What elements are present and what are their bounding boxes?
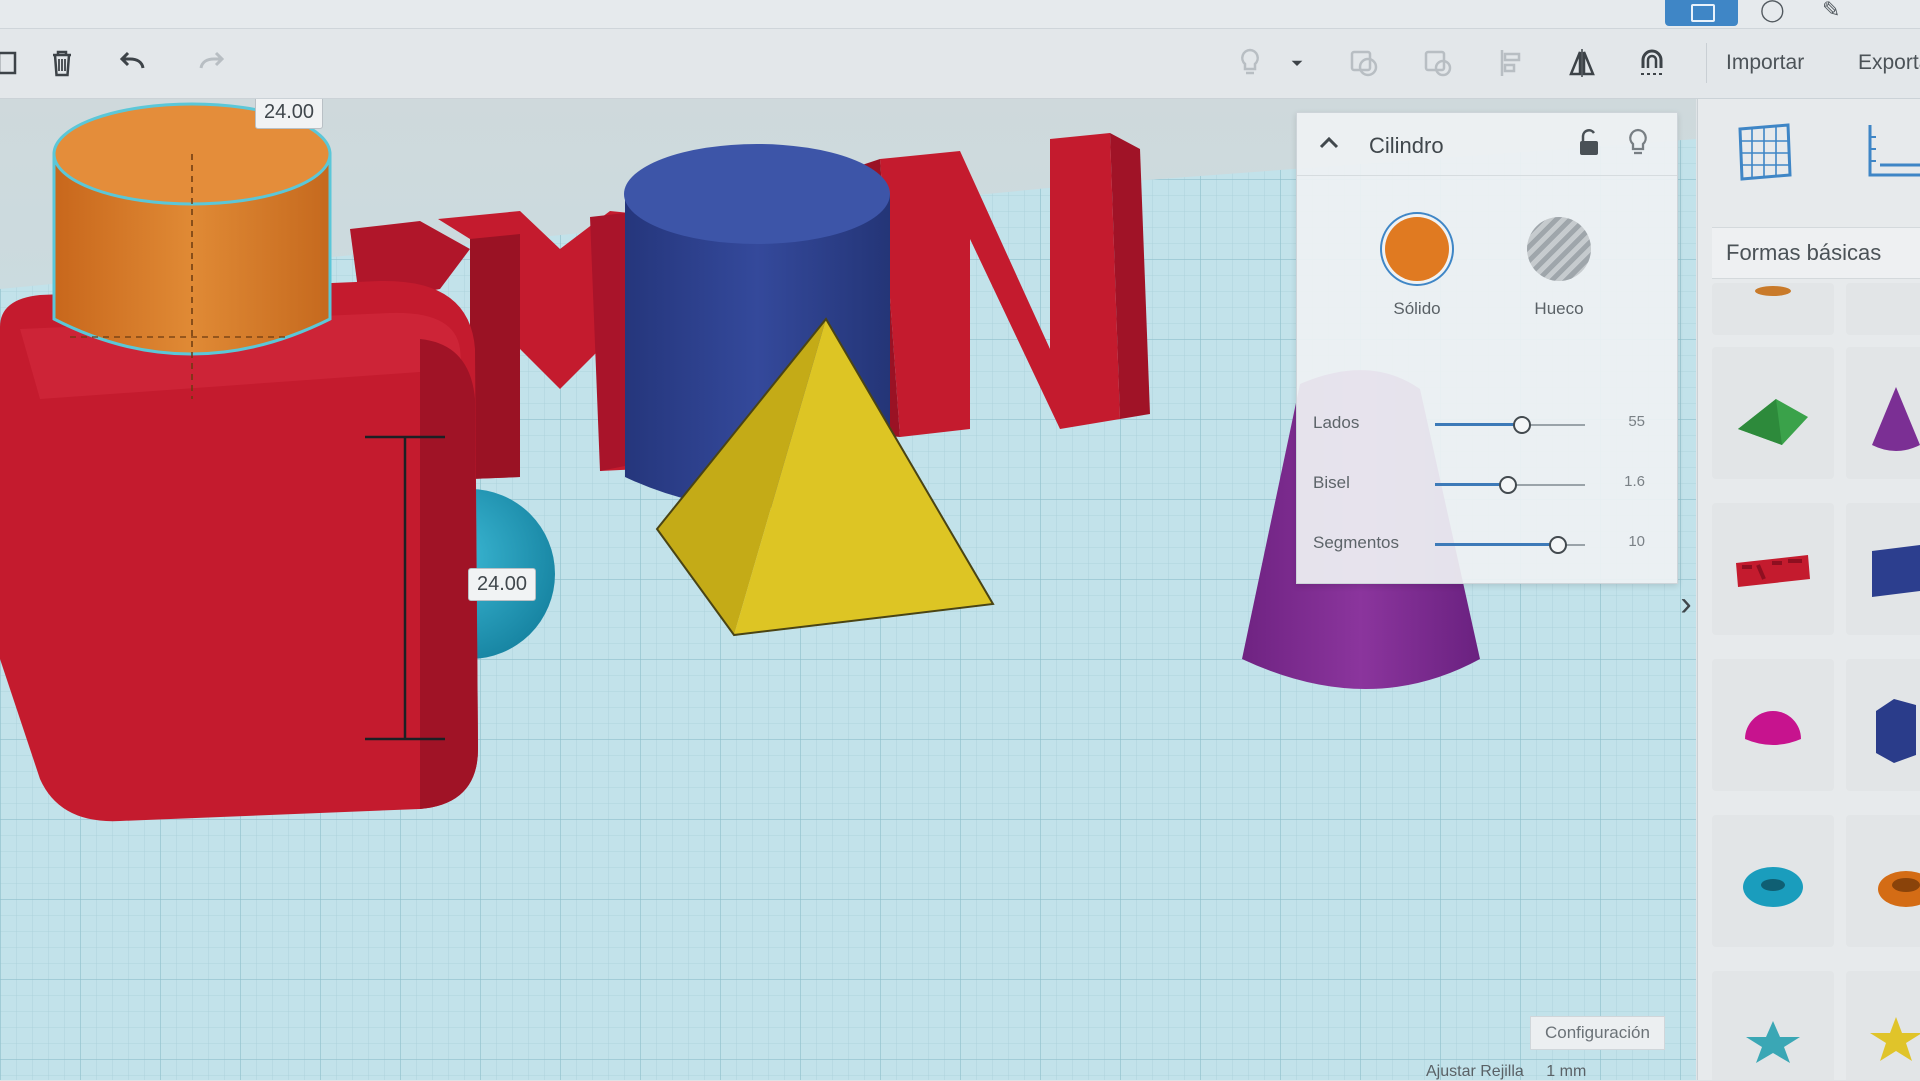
box-icon xyxy=(1872,545,1920,597)
undo-icon[interactable] xyxy=(112,41,156,85)
sides-slider-knob[interactable] xyxy=(1513,416,1531,434)
chevron-down-icon[interactable] xyxy=(1284,41,1310,85)
library-tile-torus[interactable] xyxy=(1712,815,1834,947)
snap-grid-control[interactable]: Ajustar Rejilla 1 mm xyxy=(1426,1063,1586,1081)
pencil-icon[interactable]: ✎ xyxy=(1822,0,1852,21)
text-icon xyxy=(1736,555,1810,587)
shape-panel: Cilindro Sólido Hueco Lados 55 Bisel 1.6… xyxy=(1296,112,1678,584)
bevel-value[interactable]: 1.6 xyxy=(1624,473,1645,490)
bevel-slider-knob[interactable] xyxy=(1499,476,1517,494)
hole-swatch[interactable] xyxy=(1527,217,1591,281)
redo-icon[interactable] xyxy=(188,41,232,85)
segments-slider-knob[interactable] xyxy=(1549,536,1567,554)
library-tile-box[interactable] xyxy=(1846,503,1920,635)
chevron-up-icon[interactable] xyxy=(1315,129,1343,157)
library-tile-tube[interactable] xyxy=(1846,815,1920,947)
hole-option[interactable]: Hueco xyxy=(1519,217,1599,319)
import-button[interactable]: Importar xyxy=(1726,51,1804,75)
toolbar-divider xyxy=(1706,43,1707,83)
solid-swatch[interactable] xyxy=(1385,217,1449,281)
snap-grid-label: Ajustar Rejilla xyxy=(1426,1063,1524,1080)
sides-value[interactable]: 55 xyxy=(1628,413,1645,430)
solid-label: Sólido xyxy=(1393,299,1441,318)
height-dimension-label[interactable]: 24.00 xyxy=(468,568,537,601)
segments-slider-fill xyxy=(1435,543,1555,546)
hole-label: Hueco xyxy=(1534,299,1584,318)
ungroup-icon[interactable] xyxy=(1416,41,1460,85)
star-icon xyxy=(1746,1021,1800,1063)
sides-slider-row: Lados 55 xyxy=(1297,405,1677,445)
library-tile-cone[interactable] xyxy=(1846,347,1920,479)
sides-slider-fill xyxy=(1435,423,1519,426)
light-bulb-icon[interactable] xyxy=(1228,41,1272,85)
light-bulb-icon[interactable] xyxy=(1625,127,1651,159)
copy-icon[interactable] xyxy=(0,41,34,85)
library-tile-star[interactable] xyxy=(1712,971,1834,1080)
snap-grid-value[interactable]: 1 mm xyxy=(1546,1063,1586,1080)
bevel-slider-fill xyxy=(1435,483,1507,486)
magnet-icon[interactable] xyxy=(1630,41,1674,85)
library-tile-polygon[interactable] xyxy=(1846,659,1920,791)
solid-option[interactable]: Sólido xyxy=(1377,217,1457,319)
trash-icon[interactable] xyxy=(40,41,84,85)
library-tile-roof[interactable] xyxy=(1712,347,1834,479)
library-tile-half-sphere[interactable] xyxy=(1712,659,1834,791)
library-tile-partial[interactable] xyxy=(1712,283,1834,335)
cone-icon xyxy=(1872,387,1920,451)
library-tile-star-yellow[interactable] xyxy=(1846,971,1920,1080)
3d-view-tab[interactable] xyxy=(1665,0,1738,26)
top-strip: ◯ ✎ xyxy=(0,0,1920,29)
library-category-dropdown[interactable]: Formas básicas xyxy=(1712,227,1920,279)
lock-icon[interactable] xyxy=(1575,127,1603,159)
library-tile-text[interactable] xyxy=(1712,503,1834,635)
torus-icon xyxy=(1743,867,1803,907)
grid-icon xyxy=(1691,4,1715,22)
star-yellow-icon xyxy=(1870,1017,1920,1061)
settings-button[interactable]: Configuración xyxy=(1530,1016,1665,1050)
bevel-slider-row: Bisel 1.6 xyxy=(1297,465,1677,505)
library-tile-partial[interactable] xyxy=(1846,283,1920,335)
group-icon[interactable] xyxy=(1342,41,1386,85)
bevel-label: Bisel xyxy=(1313,473,1350,492)
shape-panel-header: Cilindro xyxy=(1297,113,1677,176)
align-icon[interactable] xyxy=(1490,41,1534,85)
shape-panel-title: Cilindro xyxy=(1369,133,1444,158)
hexagonal-prism-icon xyxy=(1876,699,1916,763)
mirror-icon[interactable] xyxy=(1560,41,1604,85)
shape-library: Formas básicas xyxy=(1697,99,1920,1080)
toolbar: Importar Exportar xyxy=(0,29,1920,99)
ruler-icon[interactable] xyxy=(1858,117,1920,187)
segments-slider-row: Segmentos 10 xyxy=(1297,525,1677,565)
tube-icon xyxy=(1878,871,1920,907)
collapse-panel-arrow[interactable]: › xyxy=(1677,574,1695,634)
workplane-icon[interactable] xyxy=(1730,117,1800,187)
segments-label: Segmentos xyxy=(1313,533,1399,552)
sides-label: Lados xyxy=(1313,413,1360,432)
diameter-dimension-label[interactable]: 24.00 xyxy=(255,99,324,129)
circuits-icon[interactable]: ◯ xyxy=(1760,0,1790,21)
export-button[interactable]: Exportar xyxy=(1858,51,1920,75)
roof-icon xyxy=(1738,399,1808,445)
half-sphere-icon xyxy=(1745,711,1801,745)
library-category-label: Formas básicas xyxy=(1726,240,1882,265)
segments-value[interactable]: 10 xyxy=(1628,533,1645,550)
